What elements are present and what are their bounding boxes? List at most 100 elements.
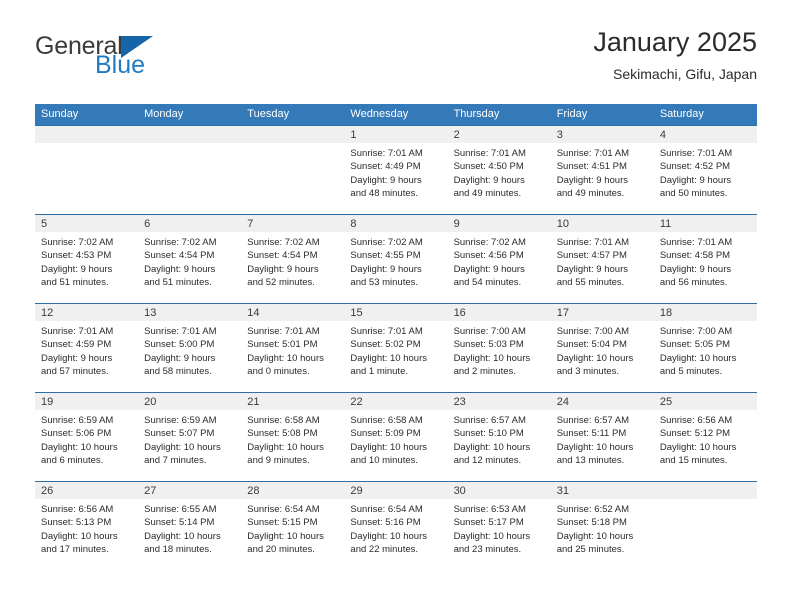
sunset-text: Sunset: 4:58 PM <box>659 250 731 262</box>
day-cell[interactable]: 31 Sunrise: 6:52 AM Sunset: 5:18 PM Dayl… <box>550 482 654 570</box>
sunset-text: Sunset: 5:01 PM <box>247 339 318 351</box>
calendar-page: General Blue January 2025 Sekimachi, Gif… <box>0 0 792 612</box>
day-cell[interactable]: 27 Sunrise: 6:55 AM Sunset: 5:14 PM Dayl… <box>138 482 242 570</box>
sunrise-text: Sunrise: 7:02 AM <box>453 237 526 248</box>
day-cell[interactable]: 21 Sunrise: 6:58 AM Sunset: 5:08 PM Dayl… <box>241 393 345 481</box>
day-cell[interactable]: 4 Sunrise: 7:01 AM Sunset: 4:52 PM Dayli… <box>653 126 757 214</box>
day-cell[interactable]: 10 Sunrise: 7:01 AM Sunset: 4:57 PM Dayl… <box>550 215 654 303</box>
day-number: 19 <box>35 393 139 410</box>
daylight-text-line2: and 50 minutes. <box>659 188 728 200</box>
day-cell[interactable]: 9 Sunrise: 7:02 AM Sunset: 4:56 PM Dayli… <box>447 215 551 303</box>
sunset-text: Sunset: 5:00 PM <box>144 339 215 351</box>
daylight-text-line1: Daylight: 10 hours <box>144 441 221 453</box>
day-cell[interactable]: 25 Sunrise: 6:56 AM Sunset: 5:12 PM Dayl… <box>653 393 757 481</box>
day-cell[interactable]: 17 Sunrise: 7:00 AM Sunset: 5:04 PM Dayl… <box>550 304 654 392</box>
day-cell[interactable]: 13 Sunrise: 7:01 AM Sunset: 5:00 PM Dayl… <box>138 304 242 392</box>
sunrise-text: Sunrise: 6:54 AM <box>350 504 423 515</box>
day-cell[interactable] <box>35 126 139 214</box>
day-cell[interactable]: 15 Sunrise: 7:01 AM Sunset: 5:02 PM Dayl… <box>344 304 448 392</box>
sunrise-text: Sunrise: 7:01 AM <box>350 326 423 337</box>
weekday-header-thursday: Thursday <box>453 108 500 120</box>
day-details: Sunrise: 6:59 AM Sunset: 5:06 PM Dayligh… <box>35 410 138 468</box>
day-number <box>138 126 242 143</box>
daylight-text-line1: Daylight: 10 hours <box>556 530 634 542</box>
day-cell[interactable] <box>241 126 345 214</box>
day-number: 15 <box>344 304 448 321</box>
day-cell[interactable]: 20 Sunrise: 6:59 AM Sunset: 5:07 PM Dayl… <box>138 393 242 481</box>
day-cell[interactable]: 19 Sunrise: 6:59 AM Sunset: 5:06 PM Dayl… <box>35 393 139 481</box>
day-cell[interactable]: 30 Sunrise: 6:53 AM Sunset: 5:17 PM Dayl… <box>447 482 551 570</box>
sunset-text: Sunset: 5:10 PM <box>453 428 524 440</box>
daylight-text-line2: and 20 minutes. <box>247 544 315 556</box>
weekday-header-friday: Friday <box>556 108 588 120</box>
daylight-text-line2: and 54 minutes. <box>453 277 522 289</box>
week-row: 12 Sunrise: 7:01 AM Sunset: 4:59 PM Dayl… <box>35 303 757 392</box>
daylight-text-line1: Daylight: 10 hours <box>453 352 531 364</box>
daylight-text-line1: Daylight: 9 hours <box>41 263 113 275</box>
day-details: Sunrise: 7:01 AM Sunset: 4:49 PM Dayligh… <box>344 143 447 201</box>
day-cell[interactable]: 2 Sunrise: 7:01 AM Sunset: 4:50 PM Dayli… <box>447 126 551 214</box>
daylight-text-line1: Daylight: 9 hours <box>453 263 525 275</box>
day-cell[interactable] <box>653 482 757 570</box>
day-number <box>653 482 757 499</box>
day-number <box>241 126 345 143</box>
day-number: 31 <box>550 482 654 499</box>
logo-text-blue: Blue <box>95 51 146 79</box>
day-cell[interactable] <box>138 126 242 214</box>
day-cell[interactable]: 14 Sunrise: 7:01 AM Sunset: 5:01 PM Dayl… <box>241 304 345 392</box>
day-cell[interactable]: 6 Sunrise: 7:02 AM Sunset: 4:54 PM Dayli… <box>138 215 242 303</box>
day-cell[interactable]: 5 Sunrise: 7:02 AM Sunset: 4:53 PM Dayli… <box>35 215 139 303</box>
day-details: Sunrise: 6:58 AM Sunset: 5:09 PM Dayligh… <box>344 410 447 468</box>
day-details: Sunrise: 6:54 AM Sunset: 5:16 PM Dayligh… <box>344 499 447 557</box>
sunrise-text: Sunrise: 7:01 AM <box>247 326 320 337</box>
day-cell[interactable]: 23 Sunrise: 6:57 AM Sunset: 5:10 PM Dayl… <box>447 393 551 481</box>
day-cell[interactable]: 7 Sunrise: 7:02 AM Sunset: 4:54 PM Dayli… <box>241 215 345 303</box>
day-details: Sunrise: 7:00 AM Sunset: 5:03 PM Dayligh… <box>448 321 551 379</box>
sunrise-text: Sunrise: 7:01 AM <box>556 148 630 159</box>
day-cell[interactable]: 26 Sunrise: 6:56 AM Sunset: 5:13 PM Dayl… <box>35 482 139 570</box>
day-number: 7 <box>241 215 345 232</box>
sunrise-text: Sunrise: 7:00 AM <box>556 326 630 337</box>
daylight-text-line1: Daylight: 10 hours <box>350 530 427 542</box>
page-title: January 2025 <box>593 27 757 57</box>
day-cell[interactable]: 22 Sunrise: 6:58 AM Sunset: 5:09 PM Dayl… <box>344 393 448 481</box>
sunset-text: Sunset: 4:57 PM <box>556 250 627 262</box>
daylight-text-line1: Daylight: 10 hours <box>453 441 531 453</box>
weekday-header-tuesday: Tuesday <box>247 108 290 120</box>
daylight-text-line1: Daylight: 9 hours <box>453 174 525 186</box>
day-details: Sunrise: 7:00 AM Sunset: 5:04 PM Dayligh… <box>551 321 654 379</box>
daylight-text-line1: Daylight: 10 hours <box>247 352 324 364</box>
day-details <box>241 143 344 147</box>
daylight-text-line1: Daylight: 10 hours <box>350 352 427 364</box>
day-cell[interactable]: 16 Sunrise: 7:00 AM Sunset: 5:03 PM Dayl… <box>447 304 551 392</box>
day-details: Sunrise: 7:00 AM Sunset: 5:05 PM Dayligh… <box>654 321 757 379</box>
sunrise-text: Sunrise: 7:02 AM <box>41 237 114 248</box>
day-cell[interactable]: 29 Sunrise: 6:54 AM Sunset: 5:16 PM Dayl… <box>344 482 448 570</box>
daylight-text-line2: and 13 minutes. <box>556 455 625 467</box>
day-cell[interactable]: 3 Sunrise: 7:01 AM Sunset: 4:51 PM Dayli… <box>550 126 654 214</box>
sunset-text: Sunset: 5:18 PM <box>556 517 627 529</box>
day-cell[interactable]: 28 Sunrise: 6:54 AM Sunset: 5:15 PM Dayl… <box>241 482 345 570</box>
weekday-header-sunday: Sunday <box>41 108 79 120</box>
day-number: 24 <box>550 393 654 410</box>
sunrise-text: Sunrise: 6:58 AM <box>350 415 423 426</box>
day-details: Sunrise: 7:02 AM Sunset: 4:53 PM Dayligh… <box>35 232 138 290</box>
day-cell[interactable]: 11 Sunrise: 7:01 AM Sunset: 4:58 PM Dayl… <box>653 215 757 303</box>
day-cell[interactable]: 24 Sunrise: 6:57 AM Sunset: 5:11 PM Dayl… <box>550 393 654 481</box>
sunrise-text: Sunrise: 7:00 AM <box>659 326 733 337</box>
daylight-text-line1: Daylight: 9 hours <box>41 352 113 364</box>
sunrise-text: Sunrise: 7:00 AM <box>453 326 526 337</box>
day-details: Sunrise: 6:53 AM Sunset: 5:17 PM Dayligh… <box>448 499 551 557</box>
day-cell[interactable]: 8 Sunrise: 7:02 AM Sunset: 4:55 PM Dayli… <box>344 215 448 303</box>
general-blue-logo[interactable]: General Blue <box>35 34 255 90</box>
daylight-text-line1: Daylight: 10 hours <box>41 530 118 542</box>
day-cell[interactable]: 1 Sunrise: 7:01 AM Sunset: 4:49 PM Dayli… <box>344 126 448 214</box>
sunset-text: Sunset: 4:56 PM <box>453 250 524 262</box>
day-cell[interactable]: 18 Sunrise: 7:00 AM Sunset: 5:05 PM Dayl… <box>653 304 757 392</box>
sunset-text: Sunset: 5:14 PM <box>144 517 215 529</box>
daylight-text-line2: and 10 minutes. <box>350 455 419 467</box>
daylight-text-line1: Daylight: 9 hours <box>350 263 422 275</box>
daylight-text-line2: and 3 minutes. <box>556 366 620 378</box>
day-cell[interactable]: 12 Sunrise: 7:01 AM Sunset: 4:59 PM Dayl… <box>35 304 139 392</box>
day-number: 27 <box>138 482 242 499</box>
